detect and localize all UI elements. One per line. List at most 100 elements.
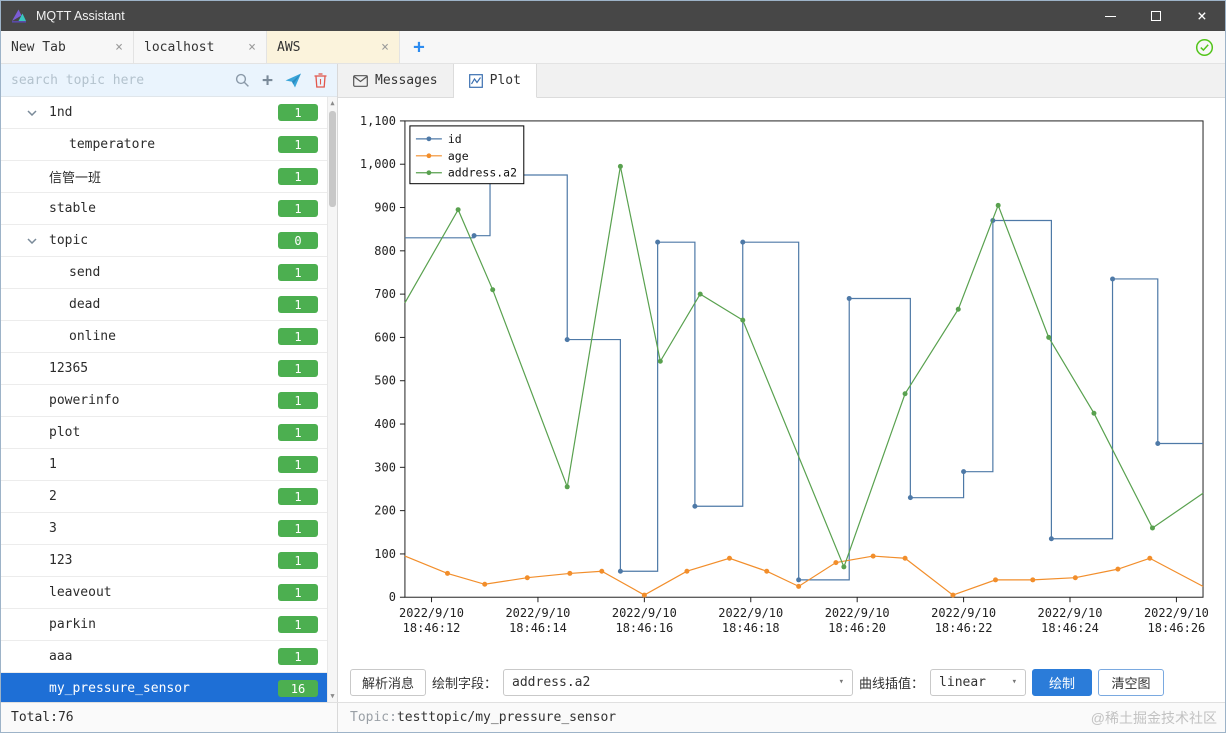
search-icon[interactable] <box>235 73 250 88</box>
topic-status-value: testtopic/my_pressure_sensor <box>396 710 617 725</box>
tab-label: AWS <box>277 39 301 55</box>
connection-tabbar: New Tab × localhost × AWS × + <box>1 31 1225 64</box>
tab-label: Plot <box>489 73 521 88</box>
topic-label: 1 <box>49 457 57 472</box>
topic-label: dead <box>69 297 101 312</box>
field-select[interactable]: address.a2 ▾ <box>503 668 854 696</box>
svg-text:800: 800 <box>374 244 396 258</box>
topic-label: powerinfo <box>49 393 120 408</box>
topic-row-topic[interactable]: topic 0 <box>1 225 327 257</box>
svg-text:700: 700 <box>374 287 396 301</box>
connection-tab-aws[interactable]: AWS × <box>267 31 400 63</box>
draw-button[interactable]: 绘制 <box>1032 668 1093 696</box>
tab-close-icon[interactable]: × <box>248 40 256 55</box>
topic-row-1nd[interactable]: 1nd 1 <box>1 97 327 129</box>
topic-row-send[interactable]: send 1 <box>1 257 327 289</box>
trash-icon[interactable] <box>314 72 327 88</box>
topic-row-aaa[interactable]: aaa 1 <box>1 641 327 673</box>
total-count: Total:76 <box>1 703 338 732</box>
topic-badge: 1 <box>278 168 318 185</box>
connection-tab-localhost[interactable]: localhost × <box>134 31 267 63</box>
topic-row-stable[interactable]: stable 1 <box>1 193 327 225</box>
tab-messages[interactable]: Messages <box>338 64 454 97</box>
chevron-down-icon: ▾ <box>838 677 845 687</box>
status-main: Topic: testtopic/my_pressure_sensor @稀土掘… <box>338 703 1225 732</box>
topic-row-dead[interactable]: dead 1 <box>1 289 327 321</box>
add-connection-button[interactable]: + <box>400 31 438 63</box>
app-logo-icon <box>12 9 26 23</box>
sidebar: + 1nd 1 temperatore 1 信管一班 1 stable 1 topic 0 send… <box>1 64 338 702</box>
topic-row-信管一班[interactable]: 信管一班 1 <box>1 161 327 193</box>
topic-label: 2 <box>49 489 57 504</box>
topic-badge: 0 <box>278 232 318 249</box>
svg-text:age: age <box>448 149 469 163</box>
app-window: MQTT Assistant × New Tab × localhost × AWS × … <box>0 0 1226 733</box>
topic-row-123[interactable]: 123 1 <box>1 545 327 577</box>
send-icon[interactable] <box>285 73 302 88</box>
topic-row-my_pressure_sensor[interactable]: my_pressure_sensor 16 <box>1 673 327 702</box>
topic-label: 1nd <box>49 105 73 120</box>
tab-strip: New Tab × localhost × AWS × <box>1 31 400 63</box>
chart-area: 0 100 200 300 400 500 600 700 800 900 1,000 1,100 20… <box>338 98 1225 662</box>
add-topic-icon[interactable]: + <box>262 70 273 91</box>
maximize-icon <box>1151 11 1161 21</box>
window-controls: × <box>1087 1 1225 31</box>
topic-row-leaveout[interactable]: leaveout 1 <box>1 577 327 609</box>
topic-label: 12365 <box>49 361 89 376</box>
scroll-up-icon[interactable]: ▲ <box>328 99 337 107</box>
interpolation-select[interactable]: linear ▾ <box>930 668 1027 696</box>
topic-list: 1nd 1 temperatore 1 信管一班 1 stable 1 topic 0 send 1 d… <box>1 97 337 702</box>
topic-row-parkin[interactable]: parkin 1 <box>1 609 327 641</box>
topic-badge: 1 <box>278 392 318 409</box>
topic-row-1[interactable]: 11 <box>1 449 327 481</box>
topic-badge: 1 <box>278 200 318 217</box>
minimize-button[interactable] <box>1087 1 1133 31</box>
topic-badge: 1 <box>278 104 318 121</box>
chevron-down-icon[interactable] <box>27 110 37 116</box>
topic-row-3[interactable]: 31 <box>1 513 327 545</box>
parse-message-button[interactable]: 解析消息 <box>350 668 427 696</box>
topic-badge: 1 <box>278 520 318 537</box>
plot-controls: 解析消息 绘制字段： address.a2 ▾ 曲线插值： linear ▾ 绘… <box>338 662 1225 702</box>
topic-label: 3 <box>49 521 57 536</box>
statusbar: Total:76 Topic: testtopic/my_pressure_se… <box>1 702 1225 732</box>
main-panel: Messages Plot 0 100 200 300 400 500 600 700 800 9… <box>338 64 1225 702</box>
topic-row-2[interactable]: 21 <box>1 481 327 513</box>
topic-badge: 1 <box>278 264 318 281</box>
svg-text:18:46:20: 18:46:20 <box>828 621 886 635</box>
sidebar-scrollbar[interactable]: ▲ ▼ <box>327 97 337 702</box>
svg-text:address.a2: address.a2 <box>448 166 517 180</box>
tab-close-icon[interactable]: × <box>115 40 123 55</box>
topic-row-powerinfo[interactable]: powerinfo 1 <box>1 385 327 417</box>
field-select-value: address.a2 <box>512 674 591 690</box>
close-button[interactable]: × <box>1179 1 1225 31</box>
tab-plot[interactable]: Plot <box>453 64 537 98</box>
maximize-button[interactable] <box>1133 1 1179 31</box>
svg-text:2022/9/10: 2022/9/10 <box>718 606 783 620</box>
chevron-down-icon[interactable] <box>27 238 37 244</box>
svg-text:600: 600 <box>374 330 396 344</box>
svg-text:100: 100 <box>374 547 396 561</box>
connection-tab-new-tab[interactable]: New Tab × <box>1 31 134 63</box>
svg-text:18:46:14: 18:46:14 <box>509 621 567 635</box>
tab-label: localhost <box>144 39 215 55</box>
topic-row-temperatore[interactable]: temperatore 1 <box>1 129 327 161</box>
svg-text:18:46:26: 18:46:26 <box>1148 621 1206 635</box>
scrollbar-thumb[interactable] <box>329 111 336 207</box>
topic-label: send <box>69 265 101 280</box>
svg-text:2022/9/10: 2022/9/10 <box>612 606 677 620</box>
topic-row-12365[interactable]: 12365 1 <box>1 353 327 385</box>
topic-badge: 1 <box>278 424 318 441</box>
svg-text:18:46:12: 18:46:12 <box>403 621 461 635</box>
scroll-down-icon[interactable]: ▼ <box>328 692 337 700</box>
topic-badge: 1 <box>278 296 318 313</box>
search-input[interactable] <box>11 72 224 88</box>
topic-row-plot[interactable]: plot 1 <box>1 417 327 449</box>
clear-chart-button[interactable]: 清空图 <box>1098 668 1165 696</box>
topic-row-online[interactable]: online 1 <box>1 321 327 353</box>
interpolation-label: 曲线插值： <box>859 675 925 691</box>
svg-text:18:46:18: 18:46:18 <box>722 621 780 635</box>
tab-close-icon[interactable]: × <box>381 40 389 55</box>
tab-label: New Tab <box>11 39 66 55</box>
titlebar: MQTT Assistant × <box>1 1 1225 31</box>
